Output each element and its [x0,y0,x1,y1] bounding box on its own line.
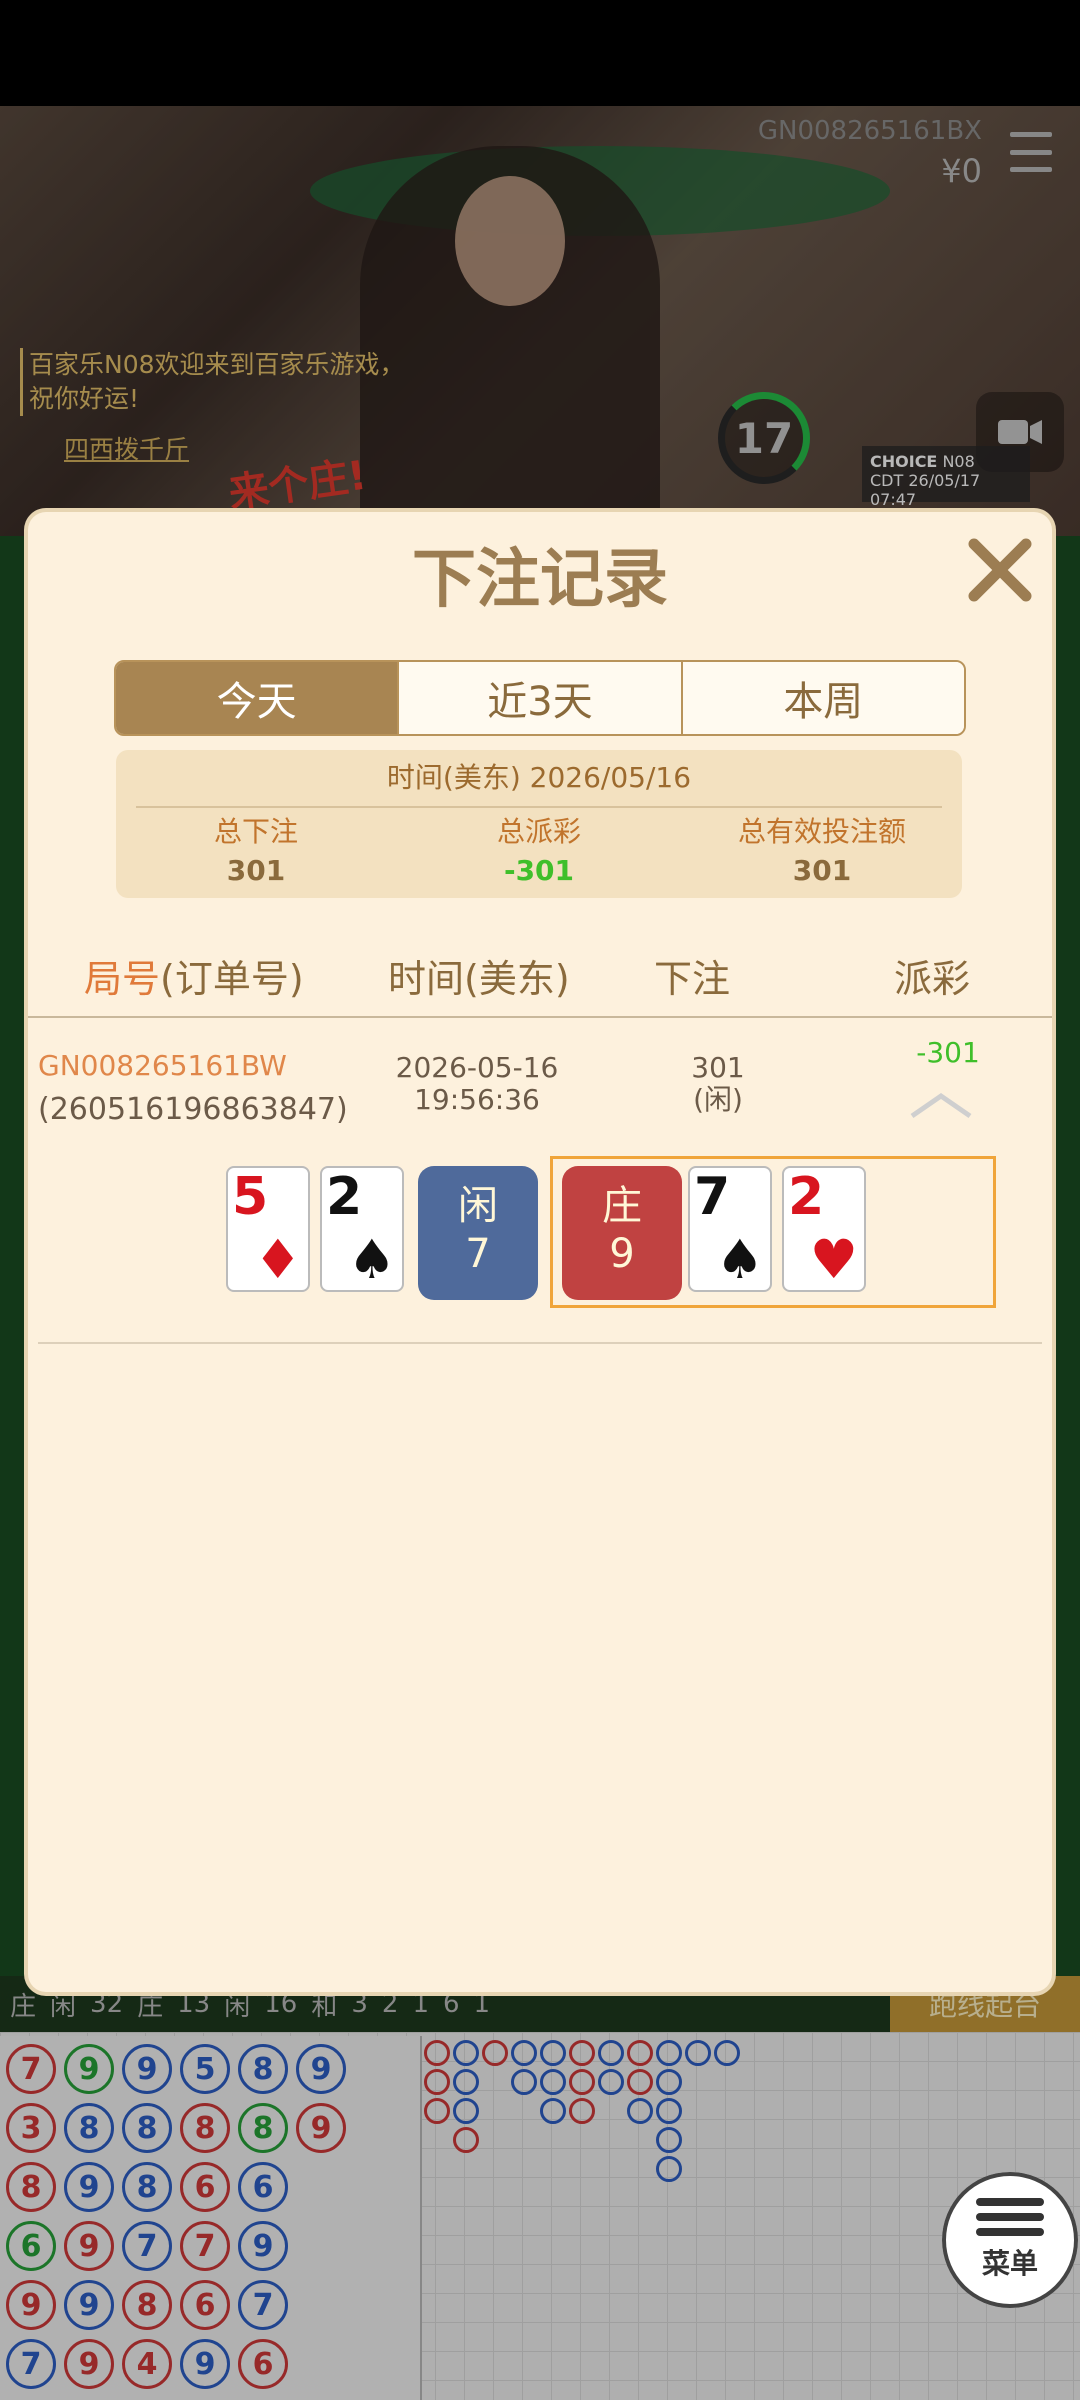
summary-panel: 时间(美东) 2026/05/16 总下注 301 总派彩 -301 总有效投注… [116,750,962,898]
tab-this-week[interactable]: 本周 [682,662,964,734]
column-header-round-em: 局号 [84,957,161,1001]
heart-icon: ♥ [809,1228,858,1291]
row-time: 19:56:36 [414,1083,540,1116]
player-label: 闲 [458,1183,498,1229]
chevron-up-icon[interactable] [908,1090,974,1120]
card-rank: 5 [232,1167,269,1227]
total-payout-value: -301 [503,854,575,887]
column-header-round-rest: (订单号) [160,957,304,1001]
summary-divider [136,806,942,808]
close-icon[interactable] [962,532,1038,608]
column-header-bet: 下注 [654,957,731,1001]
total-bet-value: 301 [226,854,286,887]
summary-date: 时间(美东) 2026/05/16 [386,761,692,794]
round-id: GN008265161BW [38,1049,287,1082]
bet-cell: 301 (闲) [648,1052,788,1116]
card-rank: 2 [326,1167,363,1227]
bet-side: (闲) [693,1083,743,1116]
menu-button[interactable]: 菜单 [942,2172,1078,2308]
hand-details: 5 ♦ 2 ♠ 闲 7 庄 9 7 ♠ 2 ♥ [28,1156,1052,1308]
tab-last-3-days[interactable]: 近3天 [399,662,683,734]
round-id-cell: GN008265161BW (260516196863847) [38,1044,348,1132]
status-bar [0,0,1080,106]
spade-icon: ♠ [347,1228,396,1291]
diamond-icon: ♦ [253,1228,302,1291]
player-card-2: 2 ♠ [320,1166,404,1292]
banker-card-1: 7 ♠ [688,1166,772,1292]
total-payout-label: 总派彩 [496,815,581,848]
player-card-1: 5 ♦ [226,1166,310,1292]
column-header-round: 局号(订单号) [84,948,304,1003]
order-id: (260516196863847) [38,1092,348,1127]
player-score: 7 [465,1231,491,1277]
banker-score: 9 [609,1231,635,1277]
bet-record-dialog: 下注记录 今天 近3天 本周 时间(美东) 2026/05/16 总下注 301… [28,512,1052,1992]
date-range-tabs: 今天 近3天 本周 [114,660,966,736]
banker-card-2: 2 ♥ [782,1166,866,1292]
card-rank: 7 [694,1167,731,1227]
player-score-badge: 闲 7 [418,1166,538,1300]
card-rank: 2 [788,1167,825,1227]
spade-icon: ♠ [715,1228,764,1291]
total-valid-bet: 总有效投注额 301 [682,810,962,887]
total-valid-value: 301 [792,854,852,887]
total-bet: 总下注 301 [116,810,396,887]
row-divider [38,1342,1042,1344]
dialog-title: 下注记录 [412,543,668,617]
row-date: 2026-05-16 [395,1051,559,1084]
list-icon [976,2198,1044,2236]
banker-label: 庄 [602,1183,642,1229]
total-valid-label: 总有效投注额 [737,815,906,848]
column-header-time: 时间(美东) [388,957,570,1001]
time-cell: 2026-05-16 19:56:36 [368,1052,586,1116]
banker-score-badge: 庄 9 [562,1166,682,1300]
column-header-payout: 派彩 [894,957,971,1001]
tab-today[interactable]: 今天 [116,662,400,734]
menu-label: 菜单 [981,2247,1038,2280]
payout-value: -301 [916,1036,980,1069]
total-bet-label: 总下注 [213,815,298,848]
total-payout: 总派彩 -301 [399,810,679,887]
table-divider [28,1016,1052,1018]
bet-amount: 301 [691,1051,745,1084]
